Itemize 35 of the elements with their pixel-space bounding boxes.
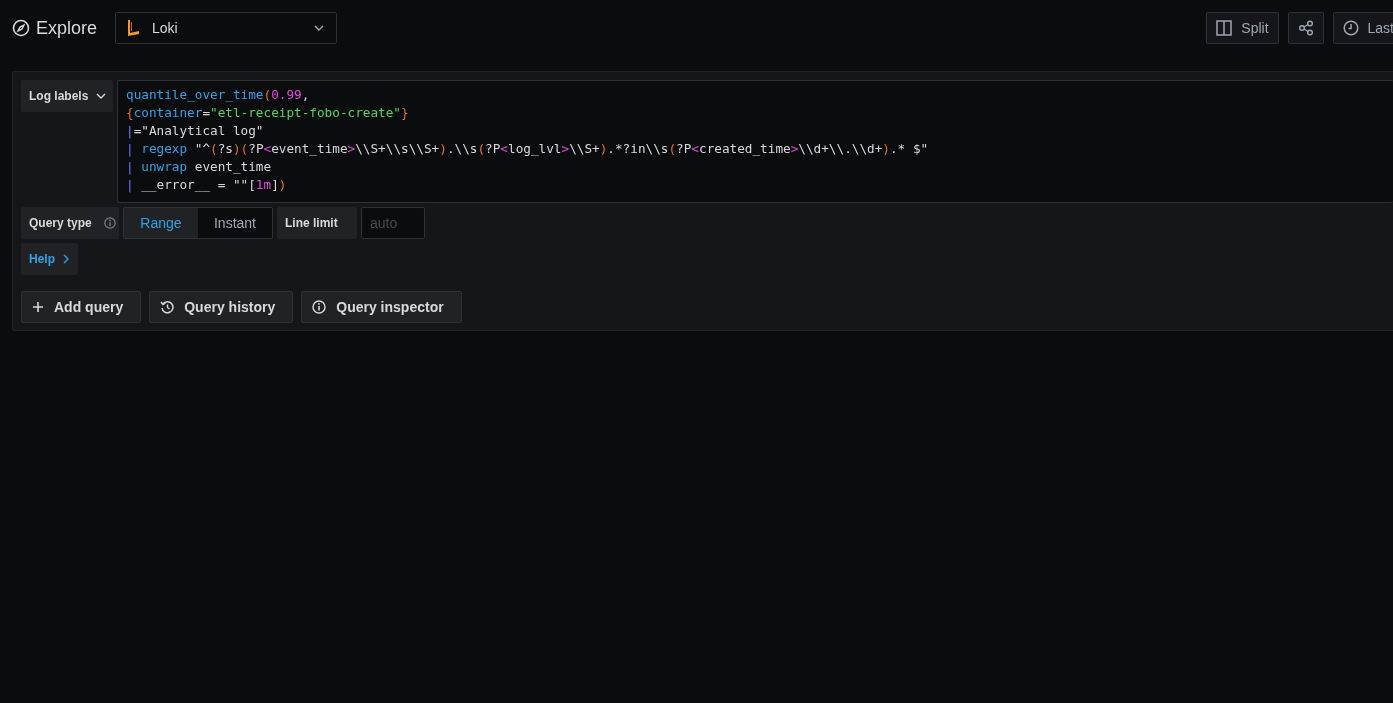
query-inspector-button[interactable]: Query inspector — [301, 291, 462, 323]
chevron-down-icon — [96, 93, 107, 99]
info-icon — [312, 300, 327, 314]
code-line: {container="etl-receipt-fobo-create"} — [126, 104, 410, 122]
logo-icon — [126, 19, 141, 37]
compass-icon — [12, 19, 30, 37]
chevron-down-icon — [314, 25, 325, 31]
field-label: Line limit — [277, 207, 357, 239]
query-history-button[interactable]: Query history — [149, 291, 294, 323]
add-query-button[interactable]: Add query — [21, 291, 142, 323]
columns-icon — [1216, 20, 1233, 36]
code-line: | unwrap event_time — [126, 158, 273, 176]
clock-icon — [1342, 20, 1359, 36]
query-type-option[interactable]: Range — [124, 208, 198, 238]
code-line: | __error__ = ""[1m]) — [126, 176, 288, 194]
datasource-name: Loki — [152, 20, 179, 36]
query-editor[interactable] — [117, 80, 1393, 203]
log-labels-button[interactable]: Log labels — [21, 80, 113, 112]
code-line: |="Analytical log" — [126, 122, 265, 140]
share-icon — [1297, 20, 1314, 36]
help-button[interactable]: Help — [21, 243, 78, 275]
field-label: Query type — [29, 216, 92, 230]
page-title: Explore — [36, 17, 98, 39]
code-line: quantile_over_time(0.99, — [126, 86, 311, 104]
split-button[interactable]: Split — [1206, 12, 1279, 44]
plus-icon — [32, 301, 44, 313]
time-range-button[interactable]: Last — [1332, 12, 1393, 44]
line-limit-input[interactable]: auto — [361, 207, 425, 239]
history-icon — [160, 300, 175, 314]
query-type-option[interactable]: Instant — [198, 208, 272, 238]
datasource-picker[interactable]: Loki — [115, 12, 338, 44]
chevron-right-icon — [63, 254, 69, 264]
info-icon — [103, 217, 116, 229]
code-line: | regexp "^(?s)(?P<event_time>\\S+\\s\\S+).\\s(?P<log_lvl>\\S+).*?in\\s(?P<created_time>\\d+\\.\\d+).* $" — [126, 140, 930, 158]
share-button[interactable] — [1287, 12, 1324, 44]
